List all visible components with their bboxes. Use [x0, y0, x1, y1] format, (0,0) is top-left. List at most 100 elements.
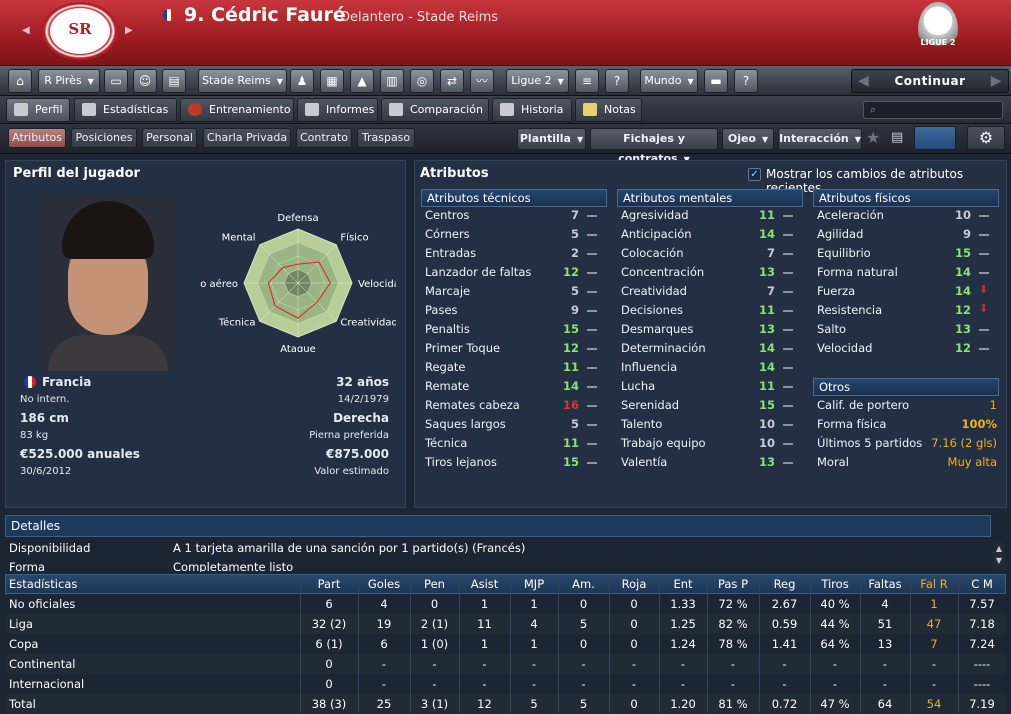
league-menu[interactable]: Ligue 2 ▼ [506, 69, 569, 93]
details-scrollbar[interactable]: ▲ ▼ [993, 543, 1005, 569]
attribute-row[interactable]: Fuerza 14 ⬇ [817, 283, 997, 303]
attribute-row[interactable]: Agilidad 9 [817, 227, 997, 246]
attribute-row[interactable]: Colocación 7 [621, 246, 801, 265]
stats-col-header[interactable]: MJP [510, 577, 558, 591]
club-menu[interactable]: Stade Reims ▼ [198, 69, 287, 93]
stats-col-header[interactable]: Roja [609, 577, 659, 591]
squad-dropdown[interactable]: Plantilla ▼ [517, 128, 586, 150]
transfers-dropdown[interactable]: Fichajes y contratos▼ [590, 128, 718, 165]
show-recent-changes-checkbox[interactable]: ✓ [748, 168, 761, 181]
attribute-row[interactable]: Trabajo equipo 10 [621, 436, 801, 455]
attribute-row[interactable]: Valentía 13 [621, 455, 801, 474]
attribute-row[interactable]: Remates cabeza 16 [425, 398, 605, 417]
nationality[interactable]: Francia [42, 375, 91, 389]
view-toggle-icon[interactable] [914, 126, 956, 150]
shortlist-icon[interactable]: ▤ [891, 130, 903, 145]
stats-col-header[interactable]: Pen [410, 577, 459, 591]
star-icon[interactable]: ★ [866, 128, 880, 147]
attribute-row[interactable]: Primer Toque 12 [425, 341, 605, 360]
attribute-row[interactable]: Marcaje 5 [425, 284, 605, 303]
stats-col-header[interactable]: Estadísticas [9, 577, 159, 591]
attribute-row[interactable]: Agresividad 11 [621, 208, 801, 227]
squad-icon[interactable]: ♟ [290, 69, 314, 93]
attribute-row[interactable]: Penaltis 15 [425, 322, 605, 341]
home-icon[interactable]: ⌂ [8, 69, 32, 93]
subnav-atributos[interactable]: Atributos [8, 128, 66, 148]
stats-col-header[interactable]: Am. [558, 577, 609, 591]
subnav-charla-privada[interactable]: Charla Privada [203, 128, 291, 148]
attribute-row[interactable]: Saques largos 5 [425, 417, 605, 436]
attribute-row[interactable]: Resistencia 12 ⬇ [817, 302, 997, 322]
tactics-icon[interactable]: ▦ [320, 69, 344, 93]
attribute-row[interactable]: Determinación 14 [621, 341, 801, 360]
stats-row[interactable]: Liga 32 (2) 19 2 (1) 11 4 5 0 1.25 82 % 0.59 44 % 51… [5, 614, 1006, 634]
tab-notas[interactable]: Notas [575, 98, 642, 122]
attribute-row[interactable]: Desmarques 13 [621, 322, 801, 341]
staff-icon[interactable]: ☺ [133, 69, 157, 93]
stats-row[interactable]: Internacional 0- - - - - - - - - - - - ---- [5, 674, 1006, 694]
attribute-row[interactable]: Concentración 13 [621, 265, 801, 284]
table-icon[interactable]: ≡ [575, 69, 599, 93]
subnav-traspaso[interactable]: Traspaso [357, 128, 415, 148]
stats-col-header[interactable]: Ent [659, 577, 707, 591]
inbox-icon[interactable]: ▭ [104, 69, 128, 93]
attribute-row[interactable]: Equilibrio 15 [817, 246, 997, 265]
attribute-row[interactable]: Creatividad 7 [621, 284, 801, 303]
stats-col-header[interactable]: Tiros [810, 577, 860, 591]
stats-row[interactable]: No oficiales 6 4 0 1 1 0 0 1.33 72 % 2.67 40 % 4 1 7.5… [5, 594, 1006, 614]
stats-col-header[interactable]: C M [958, 577, 1006, 591]
attribute-row[interactable]: Serenidad 15 [621, 398, 801, 417]
help-topic-icon[interactable]: ? [605, 69, 629, 93]
tab-comparacion[interactable]: Comparación [381, 98, 489, 122]
stats-row[interactable]: Copa 6 (1) 6 1 (0) 1 1 0 0 1.24 78 % 1.41 64 % 13 7 7.… [5, 634, 1006, 654]
attribute-row[interactable]: Técnica 11 [425, 436, 605, 455]
help-icon[interactable]: ? [734, 69, 758, 93]
stats-col-header[interactable]: Fal R [910, 577, 958, 591]
attribute-row[interactable]: Lucha 11 [621, 379, 801, 398]
transfers-icon[interactable]: ⇄ [440, 69, 464, 93]
tab-entrenamiento[interactable]: Entrenamiento [180, 98, 294, 122]
scouting-dropdown[interactable]: Ojeo ▼ [722, 128, 774, 150]
tab-estadisticas[interactable]: Estadísticas [74, 98, 177, 122]
attribute-row[interactable]: Aceleración 10 [817, 208, 997, 227]
prev-arrow-icon[interactable]: ◀ [22, 25, 30, 36]
attribute-row[interactable]: Regate 11 [425, 360, 605, 379]
attribute-row[interactable]: Anticipación 14 [621, 227, 801, 246]
attribute-row[interactable]: Forma natural 14 [817, 265, 997, 284]
interaction-dropdown[interactable]: Interacción ▼ [778, 128, 862, 150]
podium-icon[interactable]: ▬ [704, 69, 728, 93]
subnav-posiciones[interactable]: Posiciones [71, 128, 137, 148]
attribute-row[interactable]: Lanzador de faltas 12 [425, 265, 605, 284]
stats-col-header[interactable]: Asist [459, 577, 510, 591]
settings-gear-icon[interactable]: ⚙ [967, 126, 1005, 150]
attribute-row[interactable]: Tiros lejanos 15 [425, 455, 605, 474]
attribute-row[interactable]: Centros 7 [425, 208, 605, 227]
stats-col-header[interactable]: Goles [358, 577, 410, 591]
tab-historia[interactable]: Historia [492, 98, 572, 122]
continue-button[interactable]: ◀ Continuar ▶ [851, 69, 1009, 93]
attribute-row[interactable]: Talento 10 [621, 417, 801, 436]
manager-menu[interactable]: R Pirès ▼ [38, 69, 100, 93]
scouting-icon[interactable]: ◎ [410, 69, 434, 93]
stats-row[interactable]: Total 38 (3) 25 3 (1) 12 5 5 0 1.20 81 % 0.72 47 % 6… [5, 694, 1006, 714]
search-input[interactable]: ⌕ [863, 101, 1003, 119]
attribute-row[interactable]: Entradas 2 [425, 246, 605, 265]
stats-col-header[interactable]: Faltas [860, 577, 910, 591]
next-arrow-icon[interactable]: ▶ [125, 25, 133, 36]
attribute-row[interactable]: Velocidad 12 [817, 341, 997, 360]
tab-informes[interactable]: Informes [297, 98, 378, 122]
finances-icon[interactable]: 〰 [470, 69, 494, 93]
calculator-icon[interactable]: ▥ [380, 69, 404, 93]
club-badge-logo[interactable]: SR [42, 2, 118, 60]
player-subtitle[interactable]: Delantero - Stade Reims [340, 10, 498, 25]
back-arrow-icon[interactable]: ◀ [858, 70, 869, 92]
attribute-row[interactable]: Remate 14 [425, 379, 605, 398]
world-menu[interactable]: Mundo ▼ [640, 69, 698, 93]
tab-perfil[interactable]: Perfil [6, 98, 70, 122]
stats-col-header[interactable]: Part [300, 577, 358, 591]
forward-arrow-icon[interactable]: ▶ [991, 70, 1002, 92]
stats-row[interactable]: Continental 0- - - - - - - - - - - - ---- [5, 654, 1006, 674]
attribute-row[interactable]: Decisiones 11 [621, 303, 801, 322]
attribute-row[interactable]: Córners 5 [425, 227, 605, 246]
attribute-row[interactable]: Salto 13 [817, 322, 997, 341]
